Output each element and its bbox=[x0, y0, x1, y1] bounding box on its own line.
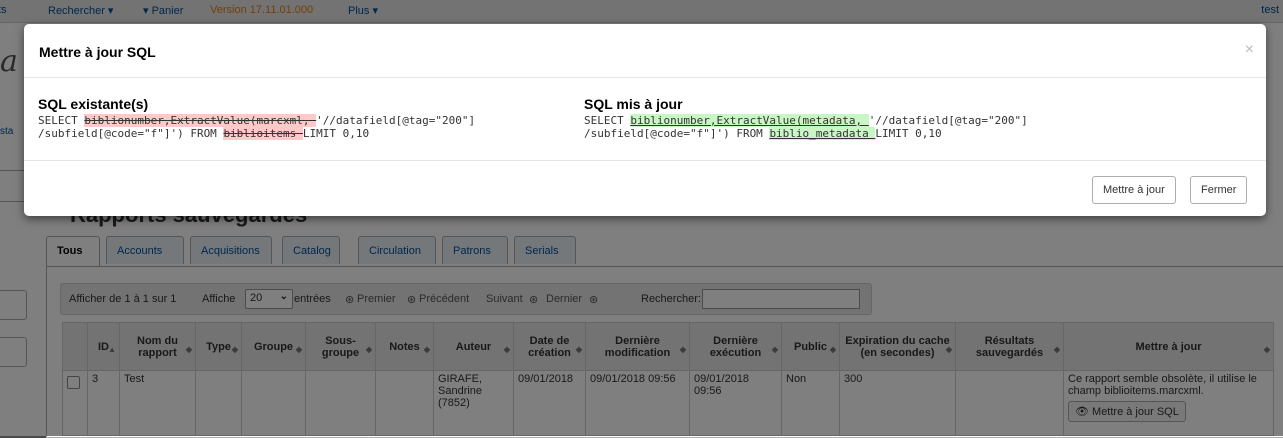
updated-sql-section: SQL mis à jour SELECT biblionumber,Extra… bbox=[584, 96, 1028, 140]
update-sql-modal: Mettre à jour SQL × SQL existante(s) SEL… bbox=[24, 24, 1266, 216]
modal-title: Mettre à jour SQL bbox=[39, 44, 156, 60]
added-fragment: biblionumber,ExtractValue(metadata, bbox=[630, 114, 869, 127]
existing-sql-code: SELECT biblionumber,ExtractValue(marcxml… bbox=[38, 114, 476, 140]
close-icon[interactable]: × bbox=[1245, 41, 1254, 59]
existing-sql-heading: SQL existante(s) bbox=[38, 96, 149, 112]
modal-header: Mettre à jour SQL × bbox=[24, 24, 1266, 78]
updated-sql-heading: SQL mis à jour bbox=[584, 96, 683, 112]
removed-fragment: biblioitems bbox=[223, 127, 303, 140]
close-button[interactable]: Fermer bbox=[1190, 176, 1248, 204]
updated-sql-code: SELECT biblionumber,ExtractValue(metadat… bbox=[584, 114, 1028, 140]
added-fragment: biblio_metadata bbox=[769, 127, 876, 140]
modal-footer: Mettre à jour Fermer bbox=[24, 160, 1266, 217]
update-button[interactable]: Mettre à jour bbox=[1092, 176, 1176, 204]
removed-fragment: biblionumber,ExtractValue(marcxml, bbox=[84, 114, 317, 127]
existing-sql-section: SQL existante(s) SELECT biblionumber,Ext… bbox=[38, 96, 475, 140]
